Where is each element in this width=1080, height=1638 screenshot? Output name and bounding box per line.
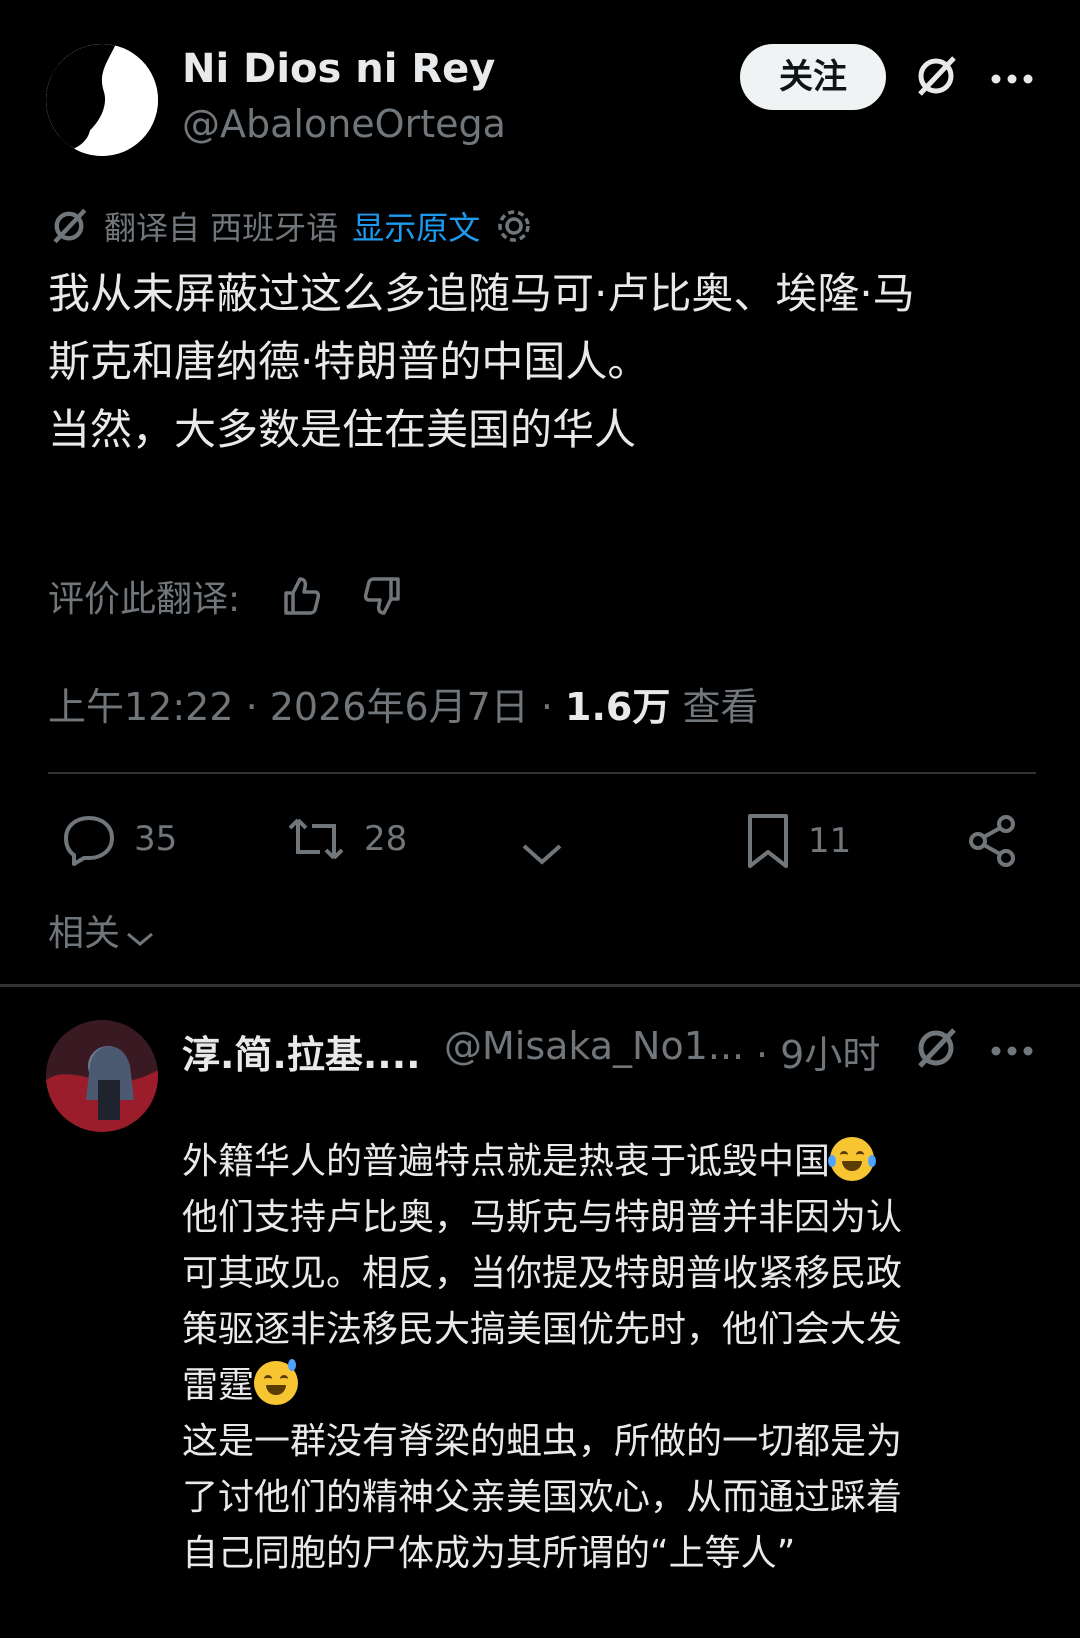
- chevron-down-icon: [124, 918, 156, 946]
- rate-translation-label: 评价此翻译:: [48, 579, 241, 620]
- related-toggle[interactable]: 相关: [48, 904, 156, 956]
- reply-author-handle[interactable]: @Misaka_No1...: [444, 1024, 744, 1068]
- grok-icon[interactable]: [912, 1024, 960, 1072]
- divider: [48, 772, 1036, 774]
- more-options-icon[interactable]: [990, 1042, 1034, 1056]
- show-original-link[interactable]: 显示原文: [352, 203, 480, 249]
- reply-author-name[interactable]: 淳.简.拉基....: [182, 1024, 421, 1079]
- retweet-count: 28: [364, 819, 408, 859]
- section-divider: [0, 984, 1080, 987]
- reply-button[interactable]: 35: [62, 812, 177, 866]
- more-options-icon[interactable]: [990, 70, 1034, 84]
- author-name[interactable]: Ni Dios ni Rey: [182, 46, 495, 92]
- reply-icon: [62, 812, 116, 866]
- reply-text-line: 外籍华人的普遍特点就是热衷于诋毁中国: [182, 1141, 831, 1182]
- sweat-smile-emoji-icon: [254, 1359, 299, 1405]
- author-avatar[interactable]: [46, 44, 158, 156]
- follow-button[interactable]: 关注: [740, 44, 886, 110]
- related-label: 相关: [48, 913, 121, 954]
- translation-source: 翻译自 西班牙语: [104, 209, 339, 247]
- share-icon[interactable]: [966, 814, 1020, 868]
- translation-settings-icon[interactable]: [494, 206, 534, 246]
- tweet-meta-row: 上午12:22 · 2026年6月7日 · 1.6万 查看: [48, 676, 758, 731]
- reply-count: 35: [134, 819, 178, 859]
- reply-text-block: 这是一群没有脊梁的蛆虫，所做的一切都是为 了讨他们的精神父亲美国欢心，从而通过踩…: [182, 1421, 903, 1574]
- reply-text: 外籍华人的普遍特点就是热衷于诋毁中国 他们支持卢比奥，马斯克与特朗普并非因为认 …: [182, 1078, 1042, 1638]
- thumbs-down-icon[interactable]: [362, 575, 404, 617]
- thumbs-up-icon[interactable]: [280, 575, 322, 617]
- author-handle[interactable]: @AbaloneOrtega: [182, 102, 506, 146]
- bookmark-count: 11: [808, 821, 852, 861]
- laughing-crying-emoji-icon: [828, 1137, 877, 1181]
- rate-translation-row: 评价此翻译:: [48, 570, 404, 622]
- retweet-button[interactable]: 28: [286, 812, 407, 866]
- retweet-icon: [286, 812, 346, 866]
- tweet-timestamp[interactable]: 上午12:22 · 2026年6月7日 ·: [48, 685, 565, 729]
- bookmark-icon: [746, 812, 790, 870]
- reply-author-avatar[interactable]: [46, 1020, 158, 1132]
- tweet-text: 我从未屏蔽过这么多追随马可·卢比奥、埃隆·马 斯克和唐纳德·特朗普的中国人。 当…: [48, 269, 915, 454]
- views-label: 查看: [682, 685, 759, 729]
- views-count: 1.6万: [565, 685, 671, 729]
- reply-time[interactable]: · 9小时: [756, 1024, 880, 1079]
- translation-info: 翻译自 西班牙语 显示原文: [48, 202, 534, 250]
- grok-translate-icon: [48, 205, 90, 247]
- grok-icon[interactable]: [912, 52, 960, 100]
- chevron-down-icon[interactable]: [520, 838, 564, 868]
- bookmark-button[interactable]: 11: [746, 812, 851, 870]
